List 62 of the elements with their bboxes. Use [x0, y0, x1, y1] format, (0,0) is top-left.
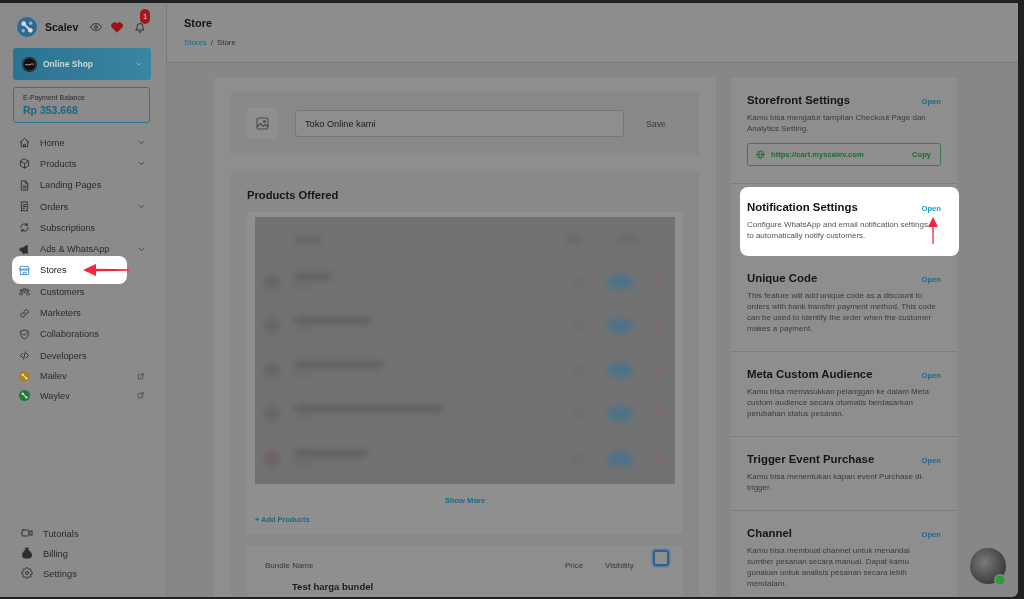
nav-item[interactable]: Tutorials: [14, 523, 148, 543]
code-icon: [19, 350, 30, 362]
brand-name: Scalev: [45, 21, 79, 33]
nav-item[interactable]: Orders: [12, 195, 146, 218]
settings-description: Kamu bisa menentukan kapan event Purchase di-trigger.: [747, 471, 925, 493]
shop-selector[interactable]: Online Shop: [13, 48, 151, 80]
bundle-name: Test harga bundel: [292, 581, 374, 592]
chevron-down-icon: [135, 60, 143, 68]
shield-icon: [19, 328, 30, 340]
home-icon: [19, 137, 30, 149]
select-all-checkbox[interactable]: [653, 550, 669, 566]
nav-item[interactable]: Home: [12, 132, 146, 154]
nav-item[interactable]: Marketers: [12, 302, 146, 324]
settings-title: Meta Custom Audience: [747, 367, 873, 381]
brand-logo-icon: [17, 17, 37, 37]
settings-title: Storefront Settings: [747, 93, 851, 107]
page-title: Store: [184, 16, 214, 30]
shop-logo-icon: [22, 56, 37, 72]
nav-item[interactable]: Mailev: [12, 366, 146, 386]
receipt-icon: [19, 201, 30, 213]
save-button[interactable]: Save: [646, 118, 666, 129]
megaphone-icon: [19, 243, 30, 255]
heart-icon[interactable]: [111, 21, 123, 33]
bell-icon[interactable]: [134, 21, 146, 33]
cube-icon: [19, 158, 30, 170]
store-name-field[interactable]: Toko Online kami: [295, 110, 624, 137]
settings-icon: [21, 567, 33, 579]
refresh-icon: [19, 222, 30, 234]
settings-description: Kamu bisa memasukkan pelanggan ke dalam Meta custom audience secara otomatis berdasarkan perubahan status pesanan.: [747, 386, 930, 419]
nav-item[interactable]: Waylev: [12, 385, 146, 406]
storefront-icon: [19, 264, 30, 276]
link-icon: [19, 307, 30, 319]
image-icon[interactable]: [247, 108, 278, 139]
external-link-icon: [137, 372, 144, 380]
nav-item[interactable]: Developers: [12, 345, 146, 367]
settings-description: Configure WhatsApp and email notification settings to automatically notify customers.: [747, 219, 929, 241]
column-header: Bundle Name: [265, 560, 315, 571]
nav-item[interactable]: Subscriptions: [12, 217, 146, 239]
nav-item[interactable]: Products: [12, 153, 146, 175]
nav-item[interactable]: Settings: [14, 563, 148, 583]
settings-title: Unique Code: [747, 271, 818, 285]
document-icon: [19, 179, 30, 191]
external-link-icon: [137, 392, 144, 400]
people-icon: [19, 286, 30, 298]
column-header: Price: [565, 560, 585, 571]
nav-item[interactable]: Stores: [12, 256, 127, 285]
globe-icon: [756, 150, 765, 159]
settings-description: Kamu bisa membuat channel untuk menandai sumber pesanan secara manual. Dapat kamu gunakan untuk analisis pesanan secara lebih mendalam.: [747, 545, 911, 589]
video-camera-icon: [21, 527, 33, 539]
settings-title: Channel: [747, 526, 792, 540]
column-header: Visibility: [605, 560, 635, 571]
settings-description: Kamu bisa mengatur tampilan Checkout Page dan Analytics Setting.: [747, 112, 927, 134]
balance-amount: Rp 353.668: [23, 104, 79, 117]
settings-description: This feature will add unique code as a discount to orders with bank transfer payment method. This code can be used to identify the order when the customer makes a payment.: [747, 290, 937, 334]
section-title: Products Offered: [247, 188, 340, 202]
settings-title: Notification Settings: [747, 200, 858, 214]
nav-item[interactable]: Landing Pages: [12, 174, 146, 196]
money-bag-icon: [21, 547, 33, 559]
nav-item[interactable]: Billing: [14, 543, 148, 563]
nav-item[interactable]: Collaborations: [12, 323, 146, 345]
eye-icon[interactable]: [90, 21, 102, 33]
settings-title: Trigger Event Purchase: [747, 452, 875, 466]
